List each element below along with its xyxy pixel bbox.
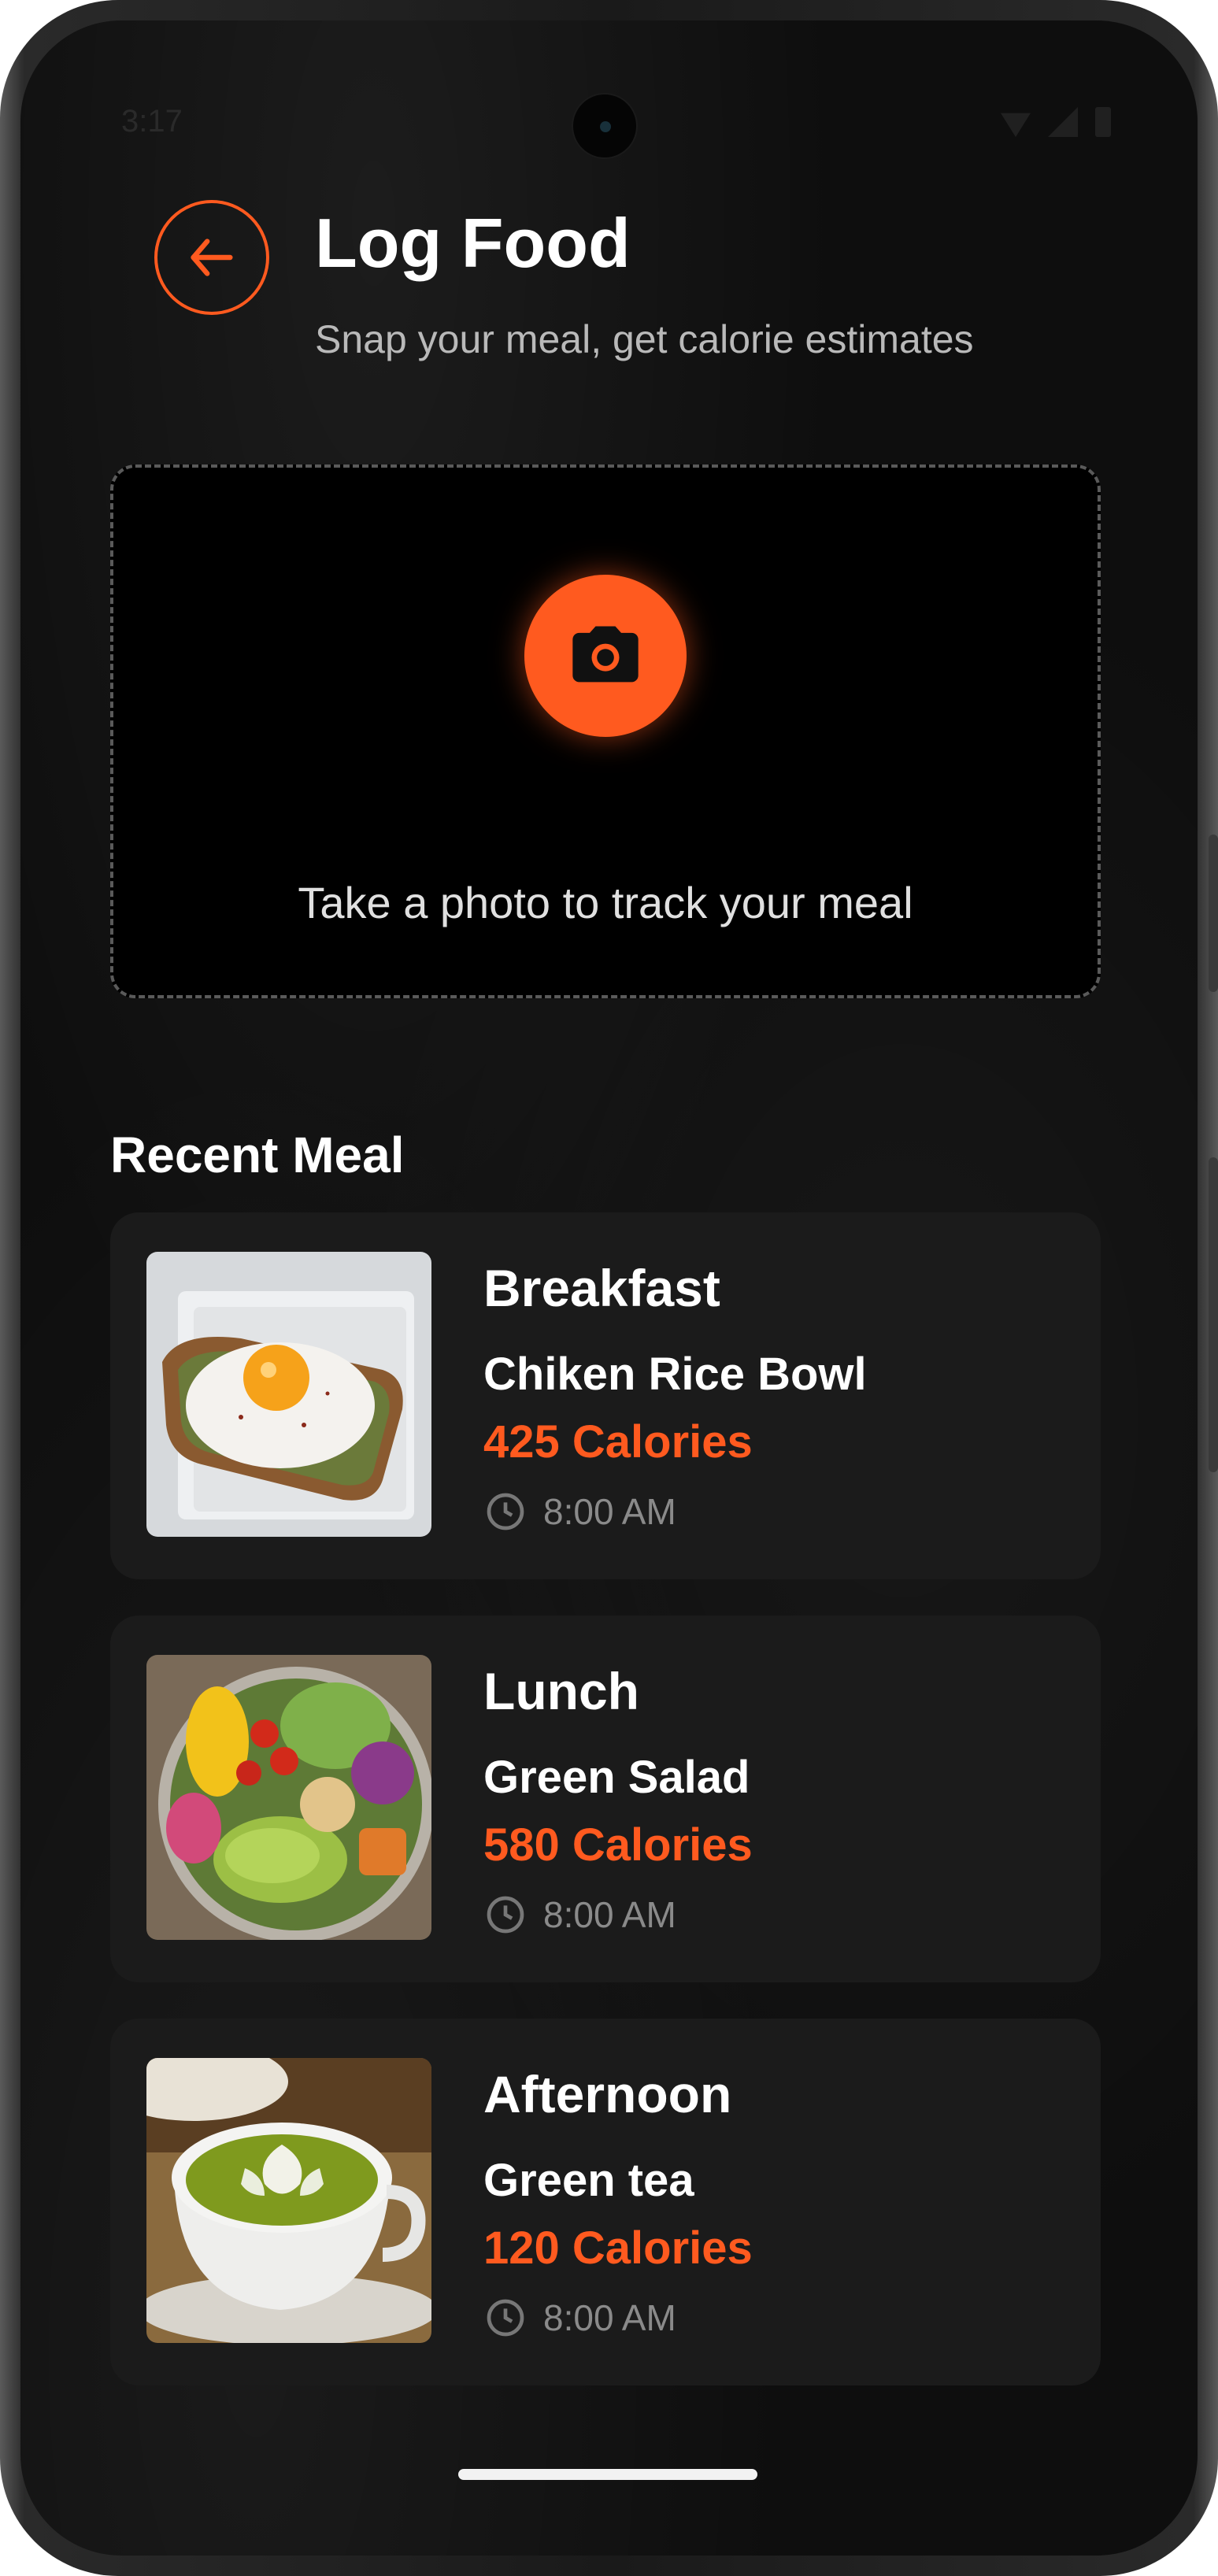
meal-time: 8:00 AM [543, 1491, 676, 1532]
meal-type: Lunch [483, 1662, 639, 1720]
battery-icon [1095, 107, 1111, 137]
power-button [1209, 1157, 1218, 1472]
meal-name: Chiken Rice Bowl [483, 1349, 867, 1400]
clock-icon [487, 1493, 524, 1530]
recent-meal-heading: Recent Meal [110, 1127, 405, 1183]
page-title: Log Food [315, 204, 631, 282]
meal-photo-matcha-latte [146, 2058, 431, 2343]
meal-time-row: 8:00 AM [483, 1490, 676, 1534]
meal-photo-salad-bowl [146, 1655, 431, 1940]
meal-name: Green Salad [483, 1752, 750, 1803]
meal-card[interactable]: Afternoon Green tea 120 Calories 8:00 AM [110, 2019, 1101, 2385]
meal-calories: 580 Calories [483, 1819, 753, 1871]
app-screen: 3:17 Log Food Snap your meal, get calori… [20, 20, 1198, 2556]
photo-prompt: Take a photo to track your meal [298, 878, 913, 927]
clock-icon [487, 2299, 524, 2337]
status-icons [1001, 107, 1111, 137]
front-camera [572, 93, 638, 159]
camera-icon [572, 626, 639, 683]
volume-button [1209, 835, 1218, 992]
status-time: 3:17 [121, 104, 183, 139]
meal-card[interactable]: Breakfast Chiken Rice Bowl 425 Calories … [110, 1212, 1101, 1579]
meal-calories: 425 Calories [483, 1416, 753, 1468]
meal-time-row: 8:00 AM [483, 2296, 676, 2340]
meal-type: Breakfast [483, 1259, 720, 1317]
meal-photo-egg-toast [146, 1252, 431, 1537]
meal-time-row: 8:00 AM [483, 1893, 676, 1937]
meal-card[interactable]: Lunch Green Salad 580 Calories 8:00 AM [110, 1616, 1101, 1982]
meal-time: 8:00 AM [543, 1894, 676, 1935]
wifi-icon [1001, 113, 1031, 137]
signal-icon [1048, 107, 1078, 137]
meal-type: Afternoon [483, 2065, 732, 2123]
back-button[interactable] [154, 200, 269, 315]
page-subtitle: Snap your meal, get calorie estimates [315, 317, 974, 361]
home-indicator[interactable] [458, 2469, 757, 2480]
take-photo-button[interactable] [524, 575, 687, 737]
meal-name: Green tea [483, 2155, 694, 2206]
clock-icon [487, 1896, 524, 1934]
phone-frame: 3:17 Log Food Snap your meal, get calori… [0, 0, 1218, 2576]
arrow-left-icon [191, 239, 233, 276]
meal-calories: 120 Calories [483, 2223, 753, 2274]
meal-time: 8:00 AM [543, 2297, 676, 2338]
